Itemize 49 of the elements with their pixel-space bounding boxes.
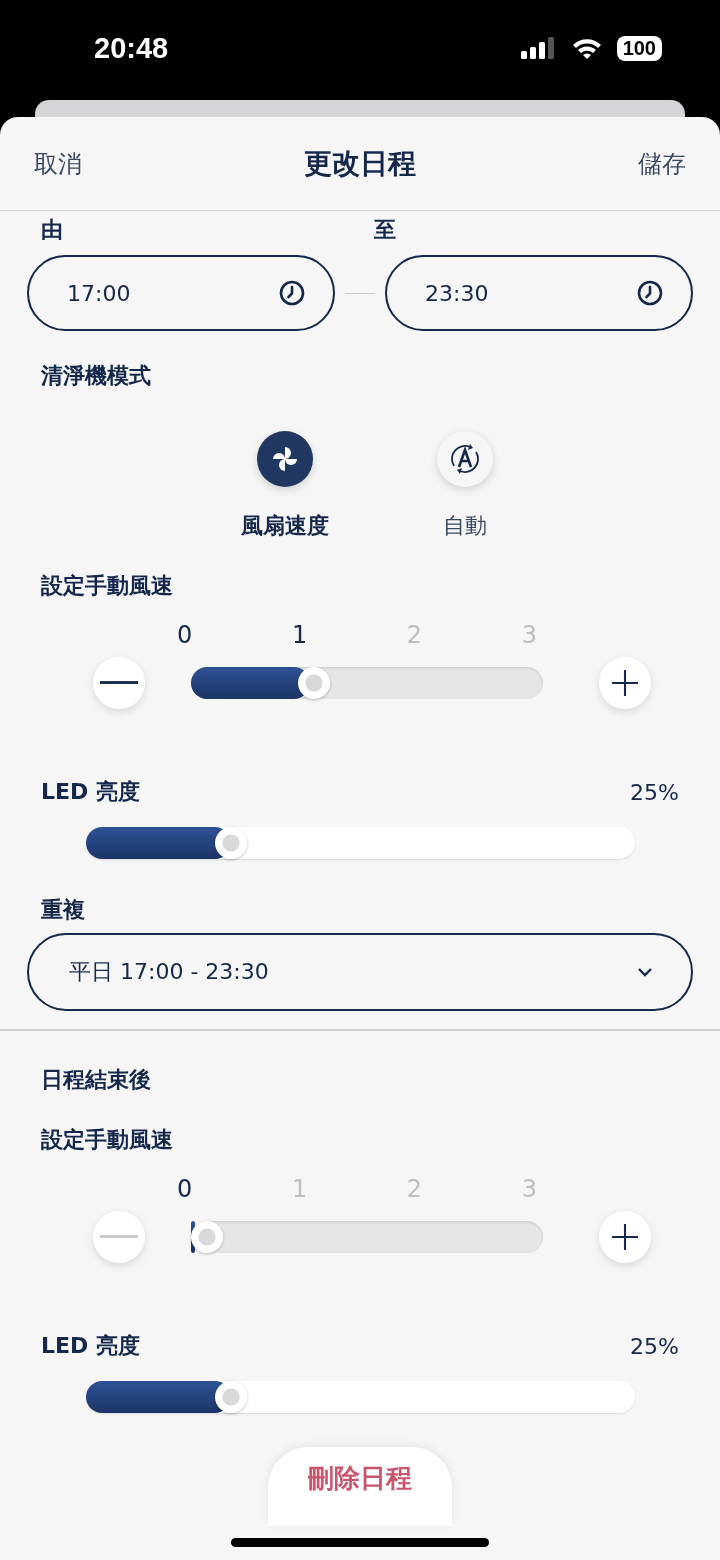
slider-thumb[interactable] — [191, 1221, 223, 1253]
percent-reading: 25% — [630, 1333, 679, 1359]
scale-label: 3 — [521, 1175, 537, 1203]
section-label: 設定手動風速 — [40, 1126, 174, 1154]
scale-label: 0 — [177, 1175, 193, 1203]
percent-reading: 25% — [630, 779, 679, 805]
field-label: 由 — [40, 216, 64, 244]
repeat-dropdown[interactable]: 平日 17:00 - 23:30 — [27, 933, 693, 1011]
scale-label: 1 — [291, 1175, 308, 1203]
cancel-button[interactable]: 取消 — [34, 147, 82, 180]
time-field[interactable]: 17:00 — [27, 255, 335, 331]
increase-button[interactable] — [599, 657, 651, 709]
section-heading: 日程結束後 — [40, 1066, 152, 1094]
clock-icon — [279, 280, 305, 306]
plus-icon — [612, 670, 638, 696]
delete-schedule-button[interactable]: 刪除日程 — [268, 1447, 452, 1526]
increase-button[interactable] — [599, 1211, 651, 1263]
section-label: LED 亮度 — [41, 1332, 140, 1360]
chevron-down-icon — [637, 967, 653, 977]
mode-label: 自動 — [443, 512, 487, 540]
signal-icon — [520, 37, 557, 59]
scale-label: 2 — [406, 1175, 423, 1203]
clock-icon — [637, 280, 663, 306]
section-label: 清淨機模式 — [40, 362, 152, 390]
plus-icon — [612, 1224, 638, 1250]
scale-label: 0 — [177, 621, 193, 649]
scale-label: 1 — [291, 621, 308, 649]
minus-icon — [100, 681, 138, 685]
mode-button[interactable] — [257, 431, 313, 487]
screen-title: 更改日程 — [304, 145, 416, 182]
time-field[interactable]: 23:30 — [385, 255, 693, 331]
fan-icon — [271, 445, 299, 473]
save-button[interactable]: 儲存 — [638, 147, 686, 180]
mode-label: 風扇速度 — [241, 512, 329, 540]
minus-icon — [100, 1235, 138, 1239]
auto-mode-icon — [448, 442, 482, 476]
section-label: LED 亮度 — [41, 778, 140, 806]
section-label: 重複 — [40, 896, 86, 924]
battery-indicator: 100 — [616, 35, 662, 61]
section-label: 設定手動風速 — [40, 572, 174, 600]
mode-button[interactable] — [437, 431, 493, 487]
slider-thumb[interactable] — [297, 667, 330, 699]
field-label: 至 — [373, 216, 397, 244]
slider-thumb[interactable] — [215, 1381, 248, 1413]
decrease-button[interactable] — [93, 657, 145, 709]
scale-label: 2 — [406, 621, 423, 649]
slider-thumb[interactable] — [215, 827, 248, 859]
clock-time: 20:48 — [94, 31, 169, 65]
scale-label: 3 — [521, 621, 537, 649]
